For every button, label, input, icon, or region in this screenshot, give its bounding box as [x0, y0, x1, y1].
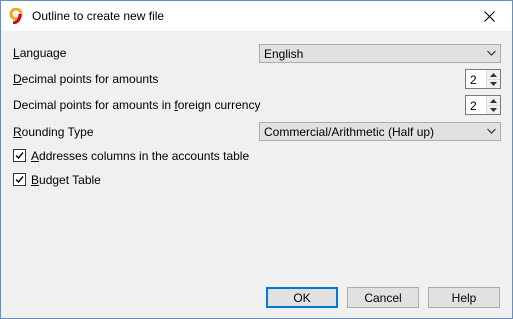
chevron-down-icon	[487, 128, 496, 134]
budget-checkbox-label[interactable]: Budget Table	[31, 173, 101, 187]
rounding-value: Commercial/Arithmetic (Half up)	[264, 125, 435, 139]
spin-down-button[interactable]	[487, 105, 500, 114]
addresses-checkbox-label[interactable]: Addresses columns in the accounts table	[31, 149, 249, 163]
checkmark-icon	[15, 176, 24, 184]
window-title: Outline to create new file	[32, 9, 165, 23]
chevron-down-icon	[487, 50, 496, 56]
decimal-foreign-value: 2	[470, 99, 477, 113]
decimal-amounts-label: Decimal points for amounts	[13, 72, 159, 86]
help-button[interactable]: Help	[428, 287, 500, 308]
decimal-foreign-spinner[interactable]: 2	[465, 95, 501, 115]
title-bar: Outline to create new file	[1, 1, 512, 31]
spin-up-icon	[490, 98, 497, 103]
spin-down-icon	[490, 107, 497, 112]
spin-up-icon	[490, 72, 497, 77]
spin-down-button[interactable]	[487, 79, 500, 88]
cancel-button[interactable]: Cancel	[347, 287, 419, 308]
language-label: Language	[13, 46, 67, 60]
spin-down-icon	[490, 81, 497, 86]
ok-button[interactable]: OK	[266, 287, 338, 308]
close-button[interactable]	[466, 1, 512, 31]
addresses-checkbox[interactable]	[13, 149, 26, 162]
decimal-amounts-spinner[interactable]: 2	[465, 69, 501, 89]
dialog-window: Outline to create new file Language Engl…	[0, 0, 513, 319]
decimal-foreign-label: Decimal points for amounts in foreign cu…	[13, 98, 261, 112]
close-icon	[483, 10, 495, 22]
language-dropdown[interactable]: English	[259, 44, 501, 63]
decimal-amounts-value: 2	[470, 73, 477, 87]
app-logo-icon	[8, 7, 24, 25]
budget-checkbox[interactable]	[13, 173, 26, 186]
rounding-dropdown[interactable]: Commercial/Arithmetic (Half up)	[259, 122, 501, 141]
checkmark-icon	[15, 152, 24, 160]
rounding-label: Rounding Type	[13, 125, 94, 139]
language-value: English	[264, 47, 304, 61]
